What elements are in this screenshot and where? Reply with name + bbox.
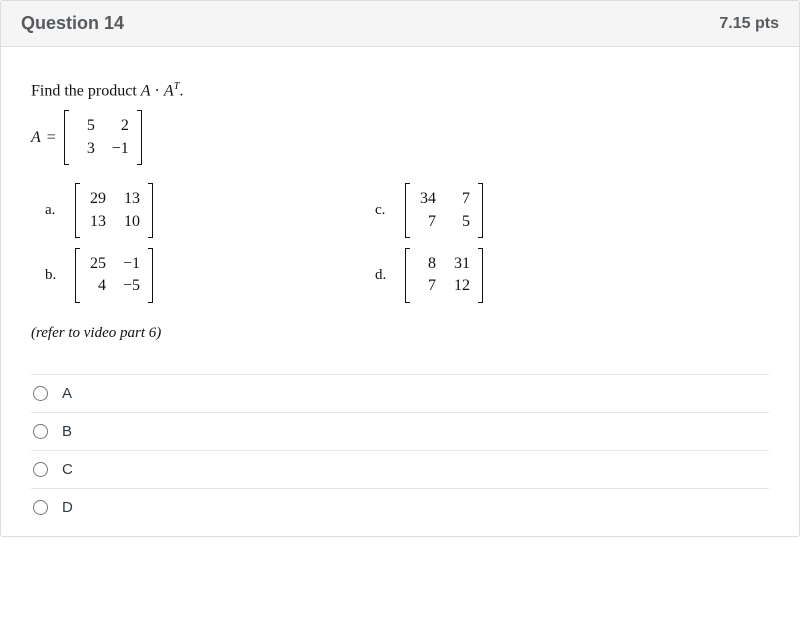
- answer-radio-d[interactable]: [33, 500, 48, 515]
- matrix-cell: 12: [452, 275, 470, 297]
- choice-letter: c.: [375, 202, 389, 219]
- matrix-cell: 5: [77, 115, 95, 137]
- bracket-right-icon: [137, 110, 142, 165]
- bracket-right-icon: [478, 183, 483, 238]
- matrix-cell: 2: [111, 115, 129, 137]
- answer-option-c[interactable]: C: [31, 450, 769, 488]
- matrix-cell: −1: [122, 253, 140, 275]
- matrix-cell: 7: [418, 275, 436, 297]
- matrix-cell: 13: [88, 211, 106, 233]
- matrix-cell: −1: [111, 138, 129, 160]
- bracket-right-icon: [148, 183, 153, 238]
- choice-d-matrix: 8 31 7 12: [405, 248, 483, 303]
- equals-sign: =: [47, 129, 56, 147]
- matrix-cell: 7: [418, 211, 436, 233]
- matrix-cell: 13: [122, 188, 140, 210]
- choice-a-matrix: 29 13 13 10: [75, 183, 153, 238]
- choice-a: a. 29 13 13 10: [45, 183, 345, 238]
- answer-radio-c[interactable]: [33, 462, 48, 477]
- matrix-cell: 10: [122, 211, 140, 233]
- bracket-right-icon: [148, 248, 153, 303]
- question-body: Find the product A · AT. A = 5 2 3 −1: [1, 47, 799, 536]
- prompt-text: Find the product A · AT.: [31, 81, 769, 100]
- question-points: 7.15 pts: [719, 15, 779, 33]
- answer-list: A B C D: [31, 374, 769, 526]
- choice-letter: a.: [45, 202, 59, 219]
- matrix-cell: −5: [122, 275, 140, 297]
- answer-radio-b[interactable]: [33, 424, 48, 439]
- bracket-right-icon: [478, 248, 483, 303]
- matrix-A: 5 2 3 −1: [64, 110, 142, 165]
- matrix-cell: 4: [88, 275, 106, 297]
- matrix-cell: 34: [418, 188, 436, 210]
- answer-label: C: [62, 461, 73, 478]
- choice-letter: d.: [375, 267, 389, 284]
- choice-letter: b.: [45, 267, 59, 284]
- choice-d: d. 8 31 7 12: [375, 248, 675, 303]
- question-title: Question 14: [21, 13, 124, 34]
- prompt-At-base: A: [164, 82, 174, 99]
- choice-c: c. 34 7 7 5: [375, 183, 675, 238]
- question-header: Question 14 7.15 pts: [1, 1, 799, 47]
- matrix-cell: 25: [88, 253, 106, 275]
- answer-label: A: [62, 385, 72, 402]
- matrix-cell: 7: [452, 188, 470, 210]
- matrix-A-definition: A = 5 2 3 −1: [31, 110, 769, 165]
- choice-grid: a. 29 13 13 10: [45, 183, 769, 303]
- matrix-cell: 5: [452, 211, 470, 233]
- answer-option-b[interactable]: B: [31, 412, 769, 450]
- reference-note: (refer to video part 6): [31, 325, 769, 342]
- prompt-prefix: Find the product: [31, 82, 141, 99]
- question-card: Question 14 7.15 pts Find the product A …: [0, 0, 800, 537]
- prompt-dot: ·: [151, 82, 164, 99]
- choice-c-matrix: 34 7 7 5: [405, 183, 483, 238]
- choice-b: b. 25 −1 4 −5: [45, 248, 345, 303]
- prompt-period: .: [179, 82, 183, 99]
- prompt-A: A: [141, 82, 151, 99]
- choice-b-matrix: 25 −1 4 −5: [75, 248, 153, 303]
- answer-label: D: [62, 499, 73, 516]
- answer-option-d[interactable]: D: [31, 488, 769, 526]
- answer-option-a[interactable]: A: [31, 374, 769, 412]
- answer-radio-a[interactable]: [33, 386, 48, 401]
- matrix-cell: 31: [452, 253, 470, 275]
- matrix-A-lhs: A: [31, 129, 41, 146]
- matrix-cell: 3: [77, 138, 95, 160]
- answer-label: B: [62, 423, 72, 440]
- matrix-cell: 8: [418, 253, 436, 275]
- matrix-cell: 29: [88, 188, 106, 210]
